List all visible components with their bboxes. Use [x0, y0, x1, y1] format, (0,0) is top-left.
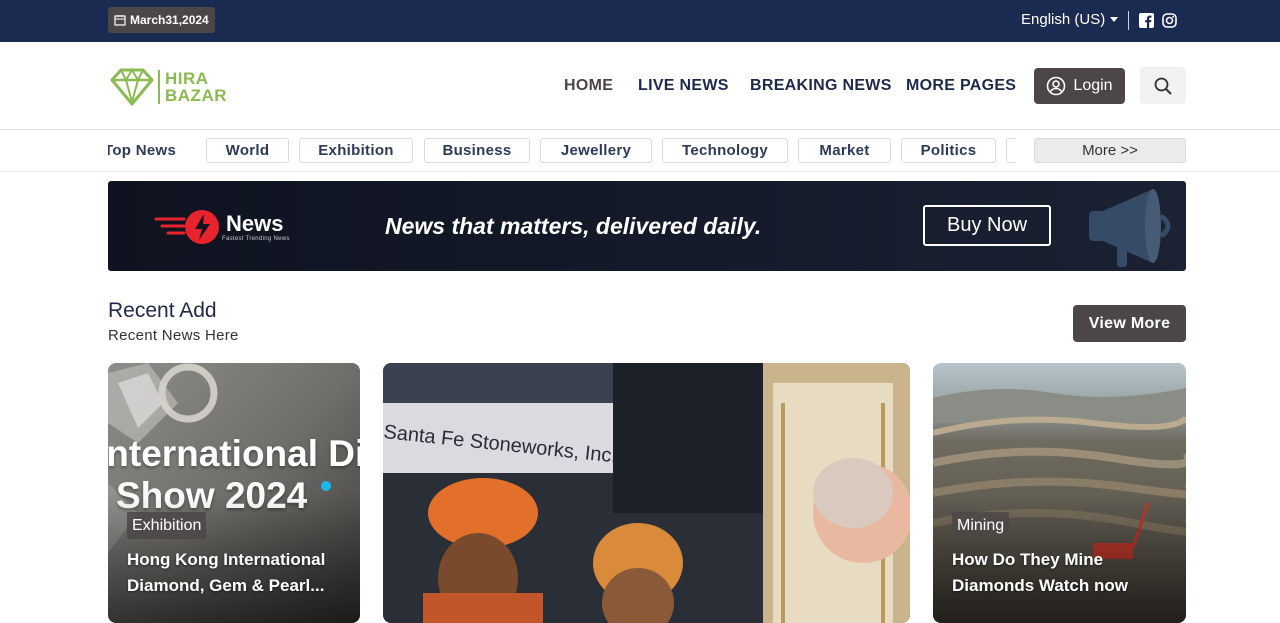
card-image: Santa Fe Stoneworks, Inc. [383, 363, 910, 623]
search-button[interactable] [1140, 67, 1186, 104]
news-card[interactable]: International Di Show 2024 Exhibition Ho… [108, 363, 360, 623]
instagram-icon[interactable] [1162, 13, 1177, 28]
card-title[interactable]: Hong Kong International Diamond, Gem & P… [127, 547, 352, 599]
logo-line-2: BAZAR [165, 86, 227, 105]
banner-tagline: News that matters, delivered daily. [385, 213, 762, 239]
category-market[interactable]: Market [798, 138, 891, 163]
user-circle-icon [1047, 76, 1066, 96]
more-categories-button[interactable]: More >> [1034, 138, 1186, 163]
card-art-line-1: International Di [108, 433, 360, 474]
calendar-icon [114, 15, 126, 26]
banner-logo-text-group: News Fastest Trending News [222, 210, 290, 242]
nav-more-pages[interactable]: MORE PAGES [906, 77, 1016, 95]
category-scroller: Top News World Exhibition Business Jewel… [108, 138, 1016, 163]
view-more-button[interactable]: View More [1073, 305, 1186, 342]
login-label: Login [1073, 77, 1113, 94]
language-label: English (US) [1021, 11, 1106, 28]
category-partial[interactable] [1006, 138, 1016, 163]
facebook-icon[interactable] [1139, 13, 1154, 28]
category-business[interactable]: Business [424, 138, 530, 163]
category-top-news[interactable]: Top News [108, 138, 194, 163]
category-bar: Top News World Exhibition Business Jewel… [0, 130, 1280, 172]
card-title-line-1: How Do They Mine [952, 550, 1104, 569]
site-header: HIRA BAZAR HOME LIVE NEWS BREAKING NEWS … [0, 42, 1280, 130]
card-title[interactable]: How Do They Mine Diamonds Watch now [952, 547, 1177, 599]
banner-brand-sub: Fastest Trending News [222, 235, 290, 242]
date-text: March31,2024 [130, 13, 209, 27]
category-jewellery[interactable]: Jewellery [540, 138, 652, 163]
logo-text: HIRA BAZAR [158, 70, 227, 104]
news-card-featured[interactable]: Santa Fe Stoneworks, Inc. [383, 363, 910, 623]
section-title: Recent Add [108, 299, 217, 322]
card-tag[interactable]: Mining [952, 512, 1010, 539]
card-title-line-2: Diamond, Gem & Pearl... [127, 576, 325, 595]
category-exhibition[interactable]: Exhibition [299, 138, 413, 163]
login-button[interactable]: Login [1034, 68, 1125, 104]
chevron-down-icon [1110, 17, 1119, 22]
logo-line-1: HIRA [165, 69, 209, 88]
megaphone-icon [1089, 189, 1171, 267]
card-tag[interactable]: Exhibition [127, 512, 207, 539]
card-title-line-2: Diamonds Watch now [952, 576, 1128, 595]
category-technology[interactable]: Technology [662, 138, 788, 163]
search-icon [1154, 77, 1172, 95]
banner-logo: News Fastest Trending News [154, 207, 290, 247]
card-title-line-1: Hong Kong International [127, 550, 326, 569]
promo-banner[interactable]: News Fastest Trending News News that mat… [108, 181, 1186, 271]
language-selector[interactable]: English (US) [1021, 11, 1119, 28]
category-world[interactable]: World [206, 138, 289, 163]
site-logo[interactable]: HIRA BAZAR [110, 68, 227, 106]
nav-home[interactable]: HOME [564, 77, 613, 95]
nav-live-news[interactable]: LIVE NEWS [638, 77, 729, 95]
category-politics[interactable]: Politics [901, 138, 996, 163]
news-card[interactable]: Mining How Do They Mine Diamonds Watch n… [933, 363, 1186, 623]
divider [1128, 11, 1129, 30]
banner-brand: News [226, 210, 284, 236]
date-badge: March31,2024 [108, 7, 215, 33]
top-bar: March31,2024 English (US) [0, 0, 1280, 42]
buy-now-button[interactable]: Buy Now [923, 205, 1051, 246]
section-subtitle: Recent News Here [108, 327, 239, 344]
diamond-logo-icon [110, 68, 154, 106]
nav-breaking-news[interactable]: BREAKING NEWS [750, 77, 892, 95]
news-logo-icon [154, 210, 219, 244]
